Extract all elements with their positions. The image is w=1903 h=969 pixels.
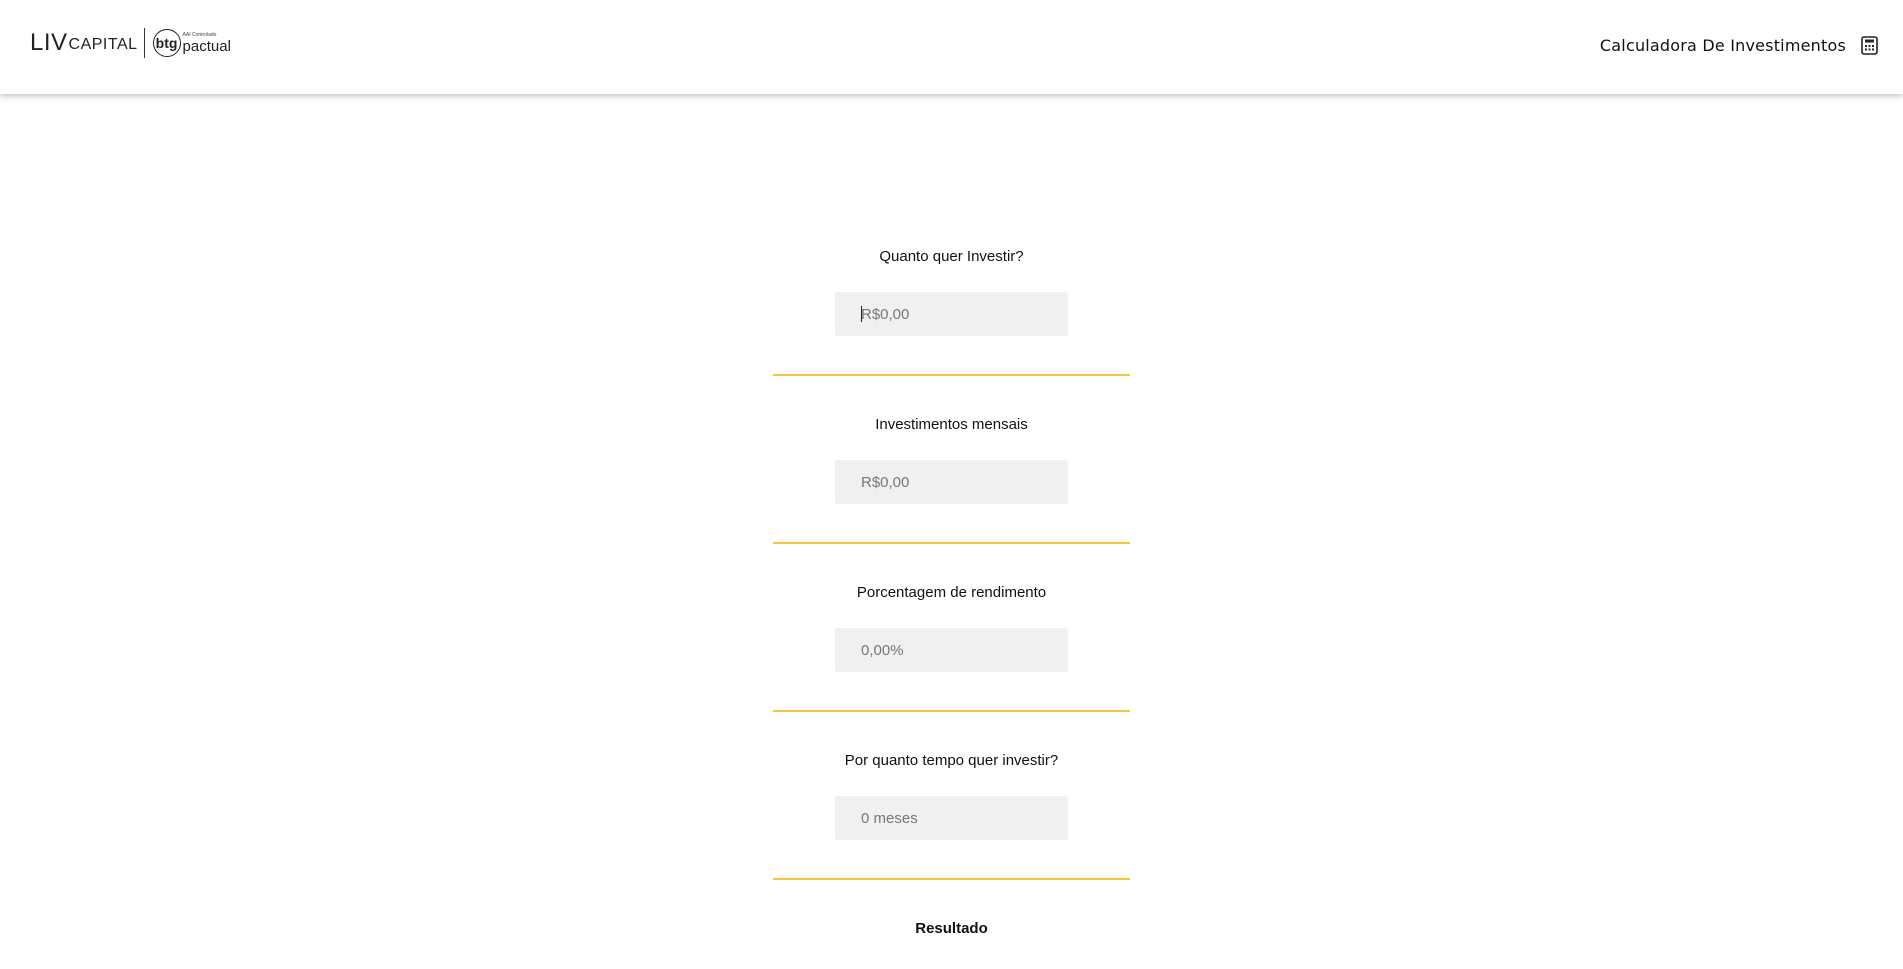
result-label: Resultado	[915, 920, 988, 937]
investment-period-input[interactable]	[835, 796, 1068, 840]
liv-capital-btg-logo[interactable]: LIV CAPITAL btg AAI Controlado pactual	[30, 26, 231, 60]
logo-small-text: AAI Controlado	[182, 31, 217, 38]
top-header: LIV CAPITAL btg AAI Controlado pactual C…	[0, 0, 1903, 94]
investment-period-divider	[773, 878, 1130, 880]
logo-pactual-block: AAI Controlado pactual	[182, 31, 231, 55]
investment-period-section: Por quanto tempo quer investir?	[773, 94, 1130, 880]
btg-logo-mark: btg	[152, 29, 181, 57]
logo-capital-text: CAPITAL	[68, 36, 138, 53]
page-title: Calculadora De Investimentos	[1599, 36, 1846, 55]
calculator-form: Quanto quer Investir? Investimentos mens…	[0, 94, 1903, 969]
logo-btg-text: btg	[155, 35, 178, 51]
logo-liv-text: LIV	[30, 29, 68, 56]
investment-period-label: Por quanto tempo quer investir?	[844, 752, 1059, 769]
calculator-icon[interactable]	[1861, 36, 1878, 55]
logo-divider	[143, 28, 145, 58]
logo-pactual-text: pactual	[182, 37, 231, 55]
